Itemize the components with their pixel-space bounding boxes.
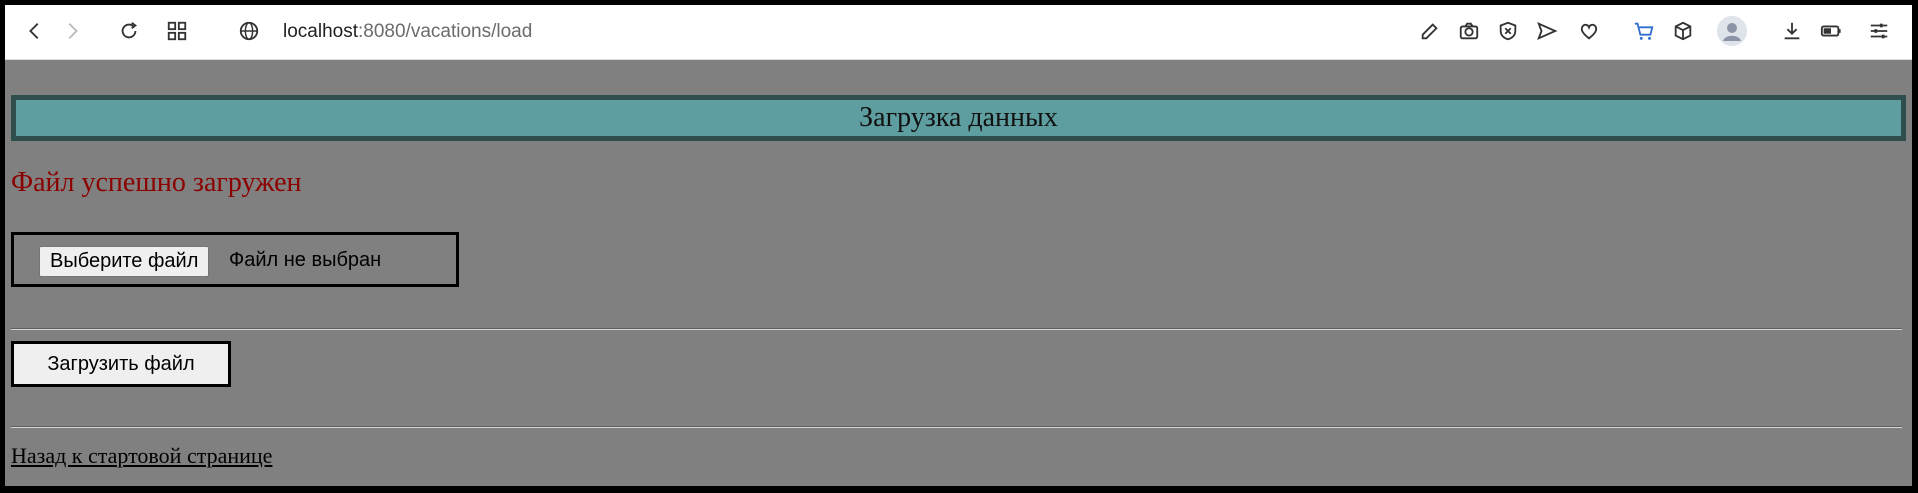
url-host: localhost [283,21,358,42]
forward-icon[interactable] [60,19,84,43]
edit-icon[interactable] [1418,19,1442,43]
cart-icon[interactable] [1632,19,1656,43]
back-to-start-link[interactable]: Назад к стартовой странице [11,443,272,469]
page-content: Загрузка данных Файл успешно загружен Вы… [5,60,1912,486]
reload-icon[interactable] [117,19,141,43]
browser-window: localhost:8080/vacations/load Загрузка д… [5,5,1912,486]
send-icon[interactable] [1535,19,1559,43]
browser-toolbar: localhost:8080/vacations/load [5,5,1912,60]
upload-file-button[interactable]: Загрузить файл [11,341,231,387]
no-file-label: Файл не выбран [229,249,382,271]
globe-icon[interactable] [237,19,261,43]
divider [11,426,1902,428]
status-message: Файл успешно загружен [11,167,302,198]
choose-file-button[interactable]: Выберите файл [39,246,210,277]
page-title: Загрузка данных [859,102,1058,133]
download-icon[interactable] [1780,19,1804,43]
page-header: Загрузка данных [11,95,1906,141]
profile-icon[interactable] [1717,16,1747,46]
heart-icon[interactable] [1577,19,1601,43]
file-input-container: Выберите файл Файл не выбран [11,232,459,287]
shield-x-icon[interactable] [1496,19,1520,43]
address-bar[interactable]: localhost:8080/vacations/load [283,21,532,43]
apps-icon[interactable] [165,19,189,43]
box-icon[interactable] [1671,19,1695,43]
camera-icon[interactable] [1457,19,1481,43]
divider [11,328,1902,330]
url-path: :8080/vacations/load [358,21,533,42]
battery-icon[interactable] [1819,19,1843,43]
settings-icon[interactable] [1867,19,1891,43]
back-icon[interactable] [23,19,47,43]
